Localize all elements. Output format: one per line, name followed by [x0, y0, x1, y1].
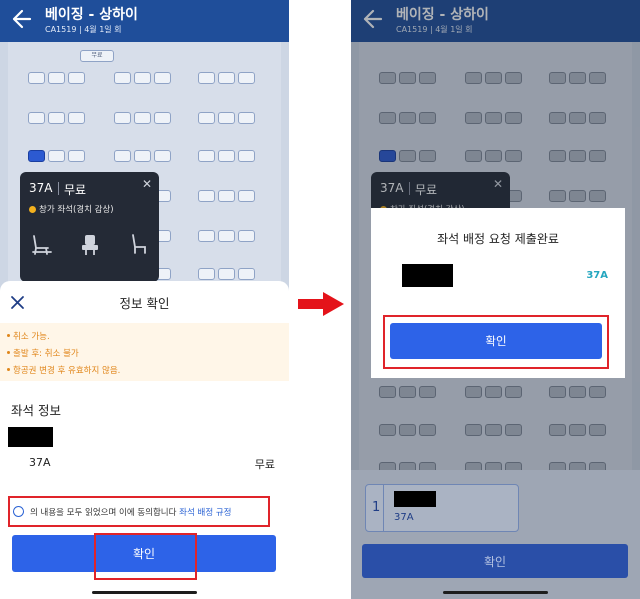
seat[interactable] [114, 72, 131, 84]
free-seat-tag: 무료 [80, 50, 114, 62]
right-arrow-icon [298, 292, 344, 316]
submission-dialog: 좌석 배정 요청 제출완료 37A 확인 [371, 208, 625, 378]
seat[interactable] [238, 150, 255, 162]
seat[interactable] [134, 112, 151, 124]
comparison-stage: 베이징 - 상하이 CA1519 | 4월 1일 회 무료 37A 무료 ✕ 창… [0, 0, 640, 599]
tooltip-feature: 창가 좌석(경치 감상) [29, 203, 114, 215]
notice-item: 취소 가능. [7, 330, 50, 342]
seat[interactable] [218, 150, 235, 162]
seat[interactable] [154, 112, 171, 124]
seat[interactable] [68, 72, 85, 84]
bottom-confirm-button[interactable]: 확인 [362, 544, 628, 578]
bullet-icon [7, 334, 10, 337]
tooltip-feature-label: 창가 좌석(경치 감상) [39, 205, 114, 215]
seat-price: 무료 [254, 458, 275, 471]
passenger-seat-code: 37A [394, 512, 414, 523]
seat-icon [82, 235, 98, 255]
bullet-icon [7, 351, 10, 354]
seat[interactable] [218, 190, 235, 202]
seat[interactable] [238, 72, 255, 84]
seat[interactable] [68, 150, 85, 162]
tooltip-seat-price: 무료 [64, 183, 87, 197]
flight-subtitle: CA1519 | 4월 1일 회 [45, 25, 122, 34]
seat-policy-link[interactable]: 좌석 배정 규정 [179, 508, 231, 518]
seat[interactable] [28, 112, 45, 124]
back-arrow-icon[interactable] [10, 7, 32, 31]
seat-tooltip: 37A 무료 ✕ 창가 좌석(경치 감상) [20, 172, 159, 282]
agreement-text: 의 내용을 모두 읽었으며 이에 동의합니다 좌석 배정 규정 [30, 506, 231, 518]
notice-text: 취소 가능. [13, 332, 50, 342]
phone-left: 베이징 - 상하이 CA1519 | 4월 1일 회 무료 37A 무료 ✕ 창… [0, 0, 289, 599]
passenger-seat-card[interactable]: 1 37A [365, 484, 519, 532]
agreement-label: 의 내용을 모두 읽었으며 이에 동의합니다 [30, 508, 177, 518]
seat[interactable] [238, 190, 255, 202]
header-bar: 베이징 - 상하이 CA1519 | 4월 1일 회 [0, 0, 289, 42]
notice-item: 출발 후: 취소 불가 [7, 347, 79, 359]
tooltip-close-icon[interactable]: ✕ [142, 177, 152, 191]
seat[interactable] [114, 150, 131, 162]
seat[interactable] [154, 72, 171, 84]
notice-item: 항공권 변경 후 유효하지 않음. [7, 364, 120, 376]
seat-code: 37A [29, 456, 51, 469]
seat[interactable] [28, 150, 45, 162]
info-confirm-sheet: 정보 확인 취소 가능. 출발 후: 취소 불가 항공권 변경 후 유효하지 않… [0, 281, 289, 599]
seat[interactable] [48, 150, 65, 162]
home-indicator [443, 591, 548, 594]
seat[interactable] [218, 112, 235, 124]
seat[interactable] [198, 72, 215, 84]
card-divider [383, 485, 384, 531]
seat[interactable] [198, 190, 215, 202]
seat[interactable] [218, 72, 235, 84]
recline-seat-icon [32, 235, 52, 255]
bottom-panel: 1 37A 확인 [351, 470, 640, 599]
legroom-seat-icon [132, 234, 146, 254]
seat[interactable] [218, 230, 235, 242]
seat[interactable] [198, 230, 215, 242]
notice-text: 출발 후: 취소 불가 [13, 349, 79, 359]
redacted-passenger-name [394, 491, 436, 507]
seat[interactable] [134, 150, 151, 162]
tooltip-seat-number: 37A [29, 181, 53, 195]
seat[interactable] [238, 268, 255, 280]
dialog-seat-code: 37A [586, 270, 608, 281]
route-title: 베이징 - 상하이 [45, 7, 138, 23]
agreement-radio[interactable] [13, 506, 24, 517]
redacted-passenger-name [402, 264, 453, 287]
tooltip-icons [28, 232, 153, 262]
phone-right: 베이징 - 상하이 CA1519 | 4월 1일 회 37A 무료 ✕ 창가 좌… [351, 0, 640, 599]
agreement-row[interactable]: 의 내용을 모두 읽었으며 이에 동의합니다 좌석 배정 규정 [8, 496, 270, 527]
notice-text: 항공권 변경 후 유효하지 않음. [13, 366, 121, 376]
seat[interactable] [48, 72, 65, 84]
seat[interactable] [198, 268, 215, 280]
sheet-title: 정보 확인 [119, 296, 170, 311]
home-indicator [92, 591, 197, 594]
seat[interactable] [134, 72, 151, 84]
dialog-title: 좌석 배정 요청 제출완료 [437, 232, 559, 246]
seat-info-heading: 좌석 정보 [11, 403, 61, 418]
seat[interactable] [28, 72, 45, 84]
passenger-index: 1 [372, 500, 381, 515]
tooltip-divider [58, 182, 59, 195]
seat[interactable] [154, 150, 171, 162]
seat[interactable] [218, 268, 235, 280]
seat[interactable] [114, 112, 131, 124]
seat[interactable] [68, 112, 85, 124]
seat[interactable] [48, 112, 65, 124]
seat[interactable] [198, 112, 215, 124]
notice-box: 취소 가능. 출발 후: 취소 불가 항공권 변경 후 유효하지 않음. [0, 323, 289, 381]
seat[interactable] [198, 150, 215, 162]
seat[interactable] [238, 230, 255, 242]
bullet-icon [7, 368, 10, 371]
dialog-confirm-button[interactable]: 확인 [390, 323, 602, 359]
confirm-button[interactable]: 확인 [12, 535, 276, 572]
seat[interactable] [238, 112, 255, 124]
smile-icon [29, 206, 36, 213]
redacted-passenger-name [8, 427, 53, 447]
